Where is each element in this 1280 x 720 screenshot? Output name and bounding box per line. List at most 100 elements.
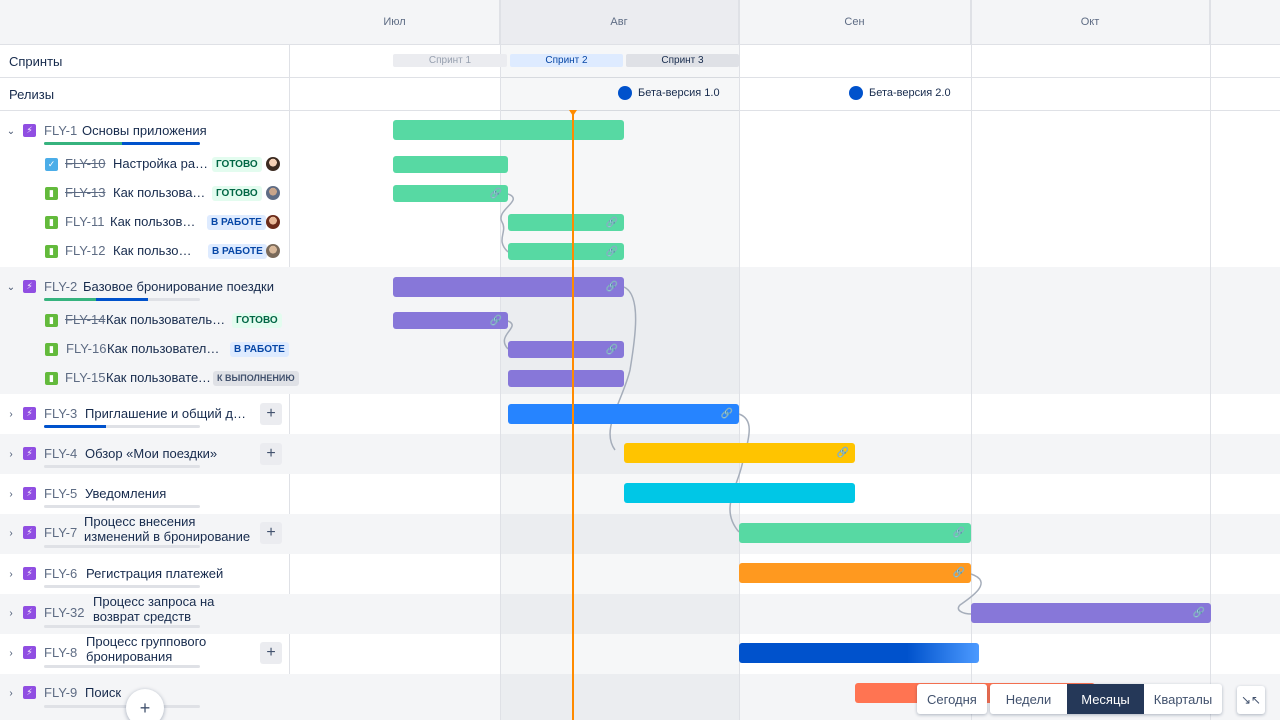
issue-title[interactable]: Как пользов… (110, 214, 204, 229)
bar-fly-6[interactable]: 🔗 (739, 563, 971, 583)
issue-title[interactable]: Процесс внесения изменений в бронировани… (84, 514, 259, 544)
bar-fly-7[interactable]: 🔗 (739, 523, 971, 543)
issue-row-fly-12[interactable]: ▮ FLY-12 Как пользо… В РАБОТЕ (0, 242, 290, 260)
issue-row-fly-5[interactable]: › ⚡ FLY-5 Уведомления (0, 481, 290, 507)
issue-title[interactable]: Приглашение и общий доступ (85, 406, 253, 421)
create-issue-button[interactable]: + (126, 689, 164, 720)
epic-icon: ⚡ (23, 646, 36, 659)
issue-title[interactable]: Регистрация платежей (86, 566, 256, 581)
chevron-right-icon[interactable]: › (6, 648, 16, 659)
add-child-button[interactable]: + (260, 403, 282, 425)
issue-row-fly-15[interactable]: ▮ FLY-15 Как пользователь… К ВЫПОЛНЕНИЮ (0, 369, 299, 387)
bar-fly-2[interactable]: 🔗 (393, 277, 624, 297)
avatar[interactable] (266, 244, 280, 258)
issue-key[interactable]: FLY-14 (65, 312, 105, 327)
issue-key[interactable]: FLY-10 (65, 156, 105, 171)
issue-title[interactable]: Базовое бронирование поездки (83, 279, 283, 294)
bar-fly-16[interactable]: 🔗 (508, 341, 624, 358)
issue-key[interactable]: FLY-2 (44, 279, 77, 294)
issue-title[interactable]: Как пользо… (113, 243, 205, 258)
progress-bar (44, 298, 200, 301)
bar-fly-8[interactable] (739, 643, 979, 663)
issue-key[interactable]: FLY-9 (44, 685, 77, 700)
issue-key[interactable]: FLY-12 (65, 243, 105, 258)
issue-title[interactable]: Уведомления (85, 486, 253, 501)
issue-row-fly-3[interactable]: › ⚡ FLY-3 Приглашение и общий доступ + (0, 401, 290, 427)
issue-key[interactable]: FLY-3 (44, 406, 77, 421)
bar-fly-4[interactable]: 🔗 (624, 443, 855, 463)
progress-bar (44, 505, 200, 508)
issue-row-fly-14[interactable]: ▮ FLY-14 Как пользователь,… ГОТОВО (0, 311, 290, 329)
issue-key[interactable]: FLY-8 (44, 645, 77, 660)
add-child-button[interactable]: + (260, 642, 282, 664)
bookmark-icon: ▮ (45, 343, 58, 356)
issue-row-fly-4[interactable]: › ⚡ FLY-4 Обзор «Мои поездки» + (0, 441, 290, 467)
chevron-right-icon[interactable]: › (6, 489, 16, 500)
issue-title[interactable]: Процесс запроса на возврат средств (93, 594, 263, 624)
issue-row-fly-1[interactable]: ⌄ ⚡ FLY-1 Основы приложения (0, 118, 290, 144)
bar-fly-14[interactable]: 🔗 (393, 312, 508, 329)
chevron-right-icon[interactable]: › (6, 449, 16, 460)
chevron-right-icon[interactable]: › (6, 528, 16, 539)
issue-title[interactable]: Как пользователь… (106, 370, 212, 385)
chevron-right-icon[interactable]: › (6, 608, 16, 619)
bar-fly-15[interactable] (508, 370, 624, 387)
chevron-down-icon[interactable]: ⌄ (6, 126, 16, 137)
issue-row-fly-6[interactable]: › ⚡ FLY-6 Регистрация платежей (0, 561, 290, 587)
avatar[interactable] (266, 186, 280, 200)
issue-key[interactable]: FLY-5 (44, 486, 77, 501)
bar-fly-1[interactable] (393, 120, 624, 140)
add-child-button[interactable]: + (260, 443, 282, 465)
issue-title[interactable]: Обзор «Мои поездки» (85, 446, 253, 461)
issue-row-fly-32[interactable]: › ⚡ FLY-32 Процесс запроса на возврат ср… (0, 594, 290, 628)
issue-title[interactable]: Как пользователь,… (106, 312, 226, 327)
bar-fly-12[interactable]: 🔗 (508, 243, 624, 260)
issue-row-fly-8[interactable]: › ⚡ FLY-8 Процесс группового бронировани… (0, 634, 290, 668)
bar-fly-11[interactable]: 🔗 (508, 214, 624, 231)
timeline-area[interactable]: Июл Авг Сен Окт Спринт 1 Спринт 2 Спринт… (290, 0, 1280, 720)
issue-key[interactable]: FLY-1 (44, 123, 77, 138)
bar-fly-32[interactable]: 🔗 (971, 603, 1211, 623)
issue-key[interactable]: FLY-16 (66, 341, 106, 356)
progress-bar (44, 425, 200, 428)
add-child-button[interactable]: + (260, 522, 282, 544)
months-button[interactable]: Месяцы (1067, 684, 1144, 714)
issue-row-fly-13[interactable]: ▮ FLY-13 Как пользовате… ГОТОВО (0, 184, 290, 202)
issue-key[interactable]: FLY-7 (44, 525, 77, 540)
link-icon: 🔗 (1192, 607, 1205, 619)
weeks-button[interactable]: Недели (990, 684, 1067, 714)
issue-row-fly-7[interactable]: › ⚡ FLY-7 Процесс внесения изменений в б… (0, 514, 290, 548)
chevron-right-icon[interactable]: › (6, 688, 16, 699)
issue-row-fly-16[interactable]: ▮ FLY-16 Как пользовател… В РАБОТЕ (0, 340, 290, 358)
bar-fly-5[interactable] (624, 483, 855, 503)
issue-title[interactable]: Процесс группового бронирования (86, 634, 236, 664)
issue-key[interactable]: FLY-6 (44, 566, 77, 581)
issue-key[interactable]: FLY-4 (44, 446, 77, 461)
status-badge: В РАБОТЕ (230, 342, 289, 357)
link-icon: 🔗 (605, 281, 618, 293)
bar-fly-3[interactable]: 🔗 (508, 404, 739, 424)
link-icon: 🔗 (605, 246, 618, 257)
chevron-right-icon[interactable]: › (6, 409, 16, 420)
chevron-down-icon[interactable]: ⌄ (6, 282, 16, 293)
issue-title[interactable]: Как пользовател… (107, 341, 222, 356)
issue-key[interactable]: FLY-13 (65, 185, 105, 200)
collapse-icon[interactable]: ↘↖ (1237, 686, 1265, 714)
issue-key[interactable]: FLY-15 (65, 370, 105, 385)
issue-row-fly-10[interactable]: ✓ FLY-10 Настройка раз… ГОТОВО (0, 155, 290, 173)
today-line (572, 112, 574, 720)
chevron-right-icon[interactable]: › (6, 569, 16, 580)
bar-fly-10[interactable] (393, 156, 508, 173)
issue-title[interactable]: Настройка раз… (113, 156, 209, 171)
issue-title[interactable]: Основы приложения (82, 123, 282, 138)
issue-row-fly-2[interactable]: ⌄ ⚡ FLY-2 Базовое бронирование поездки (0, 274, 290, 300)
avatar[interactable] (266, 157, 280, 171)
quarters-button[interactable]: Кварталы (1144, 684, 1222, 714)
issue-key[interactable]: FLY-11 (65, 214, 105, 229)
issue-title[interactable]: Как пользовате… (113, 185, 209, 200)
today-button[interactable]: Сегодня (917, 684, 987, 714)
issue-key[interactable]: FLY-32 (44, 605, 84, 620)
issue-row-fly-11[interactable]: ▮ FLY-11 Как пользов… В РАБОТЕ (0, 213, 290, 231)
bar-fly-13[interactable]: 🔗 (393, 185, 508, 202)
avatar[interactable] (266, 215, 280, 229)
